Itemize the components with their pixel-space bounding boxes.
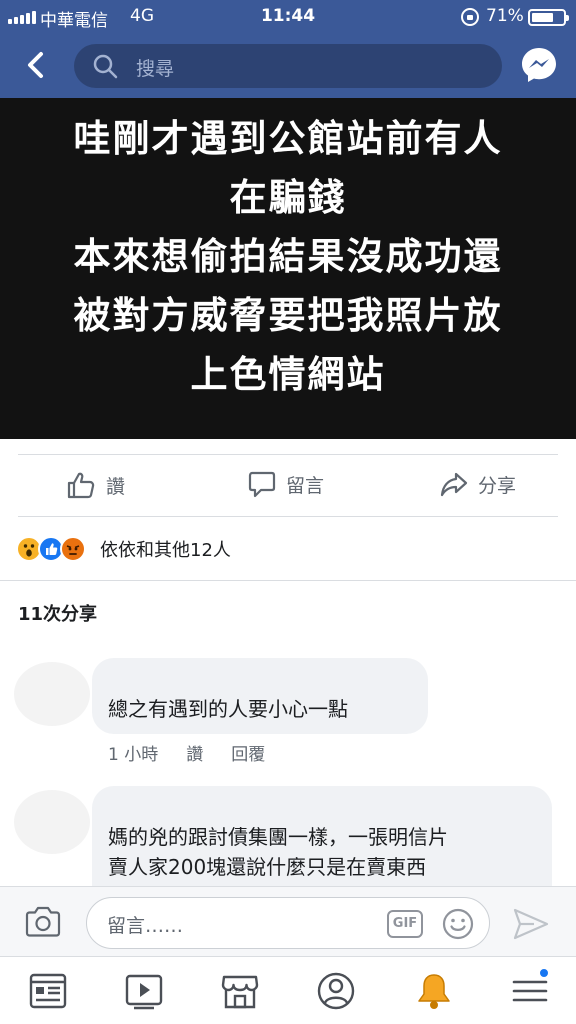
comment-text: 總之有遇到的人要小心一點 <box>108 697 348 721</box>
like-label: 讚 <box>106 475 126 498</box>
comment-button[interactable]: 留言 <box>248 470 324 498</box>
menu-badge <box>538 967 550 979</box>
back-icon[interactable] <box>22 50 52 80</box>
profile-icon[interactable] <box>316 971 356 1011</box>
orientation-lock-icon <box>461 8 479 26</box>
post-actions: 讚 留言 分享 <box>0 460 576 514</box>
reaction-icons[interactable] <box>16 534 86 564</box>
top-bar: 中華電信 4G 11:44 71% 搜尋 <box>0 0 576 98</box>
share-label: 分享 <box>478 474 517 497</box>
divider <box>0 580 576 581</box>
marketplace-icon[interactable] <box>220 971 260 1011</box>
comment-input-placeholder: 留言…… <box>107 915 184 937</box>
search-placeholder: 搜尋 <box>136 58 175 80</box>
post-image-text-line: 本來想偷拍結果沒成功還 <box>73 235 503 278</box>
camera-icon[interactable] <box>24 905 62 939</box>
battery-icon <box>528 9 569 26</box>
comment-label: 留言 <box>286 474 325 497</box>
comment-text-line: 媽的兇的跟討債集團一樣，一張明信片 <box>108 825 448 849</box>
angry-icon <box>60 536 86 562</box>
news-feed-icon[interactable] <box>28 971 68 1011</box>
post-image-text-line: 被對方威脅要把我照片放 <box>73 294 503 337</box>
share-count[interactable]: 11次分享 <box>18 600 97 626</box>
notifications-icon[interactable] <box>414 971 454 1011</box>
search-input[interactable]: 搜尋 <box>74 44 502 88</box>
gif-icon[interactable]: GIF <box>387 910 423 938</box>
reactions-summary[interactable]: 依依和其他12人 <box>100 536 231 562</box>
search-icon <box>93 54 118 79</box>
battery-percent: 71% <box>486 6 524 26</box>
divider <box>18 454 558 455</box>
share-button[interactable]: 分享 <box>440 470 516 498</box>
sticker-icon[interactable] <box>441 907 475 941</box>
comment-meta: 1 小時 讚 回覆 <box>108 740 265 765</box>
thumbs-up-icon <box>67 472 95 499</box>
comment-text-line: 賣人家200塊還說什麼只是在賣東西 <box>108 855 427 879</box>
post-image-text-line: 上色情網站 <box>190 353 386 396</box>
avatar[interactable] <box>14 790 90 854</box>
comment-icon <box>248 471 276 498</box>
post-image-text-line: 哇剛才遇到公館站前有人 <box>73 117 503 160</box>
divider <box>18 516 558 517</box>
share-icon <box>440 472 468 497</box>
post-image[interactable]: 哇剛才遇到公館站前有人 在騙錢 本來想偷拍結果沒成功還 被對方威脅要把我照片放 … <box>0 98 576 439</box>
status-bar: 中華電信 4G 11:44 71% <box>0 0 576 34</box>
bottom-tab-bar <box>0 956 576 1024</box>
comment-input[interactable]: 留言…… GIF <box>86 897 490 949</box>
comment-time: 1 小時 <box>108 745 159 765</box>
avatar[interactable] <box>14 662 90 726</box>
post-image-text-line: 在騙錢 <box>229 176 347 219</box>
comment-like-link[interactable]: 讚 <box>186 740 203 765</box>
send-icon[interactable] <box>512 907 550 941</box>
comment-composer: 留言…… GIF <box>0 886 576 956</box>
like-button[interactable]: 讚 <box>66 470 125 500</box>
messenger-icon[interactable] <box>520 46 558 84</box>
watch-icon[interactable] <box>124 971 164 1011</box>
comment-reply-link[interactable]: 回覆 <box>231 740 265 765</box>
